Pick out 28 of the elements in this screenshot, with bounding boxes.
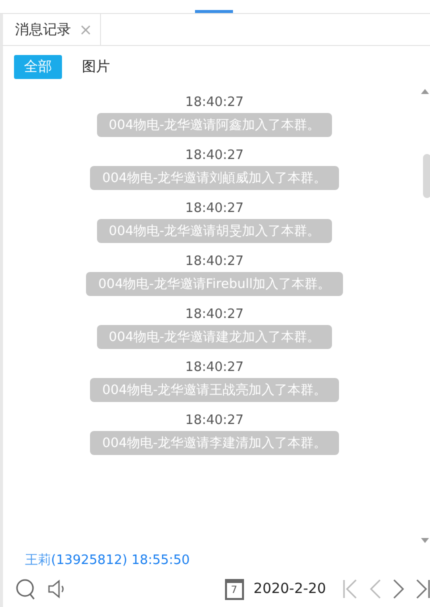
message-time: 18:40:27 [185,148,244,163]
message-time: 18:40:27 [185,254,244,269]
first-page-icon[interactable] [342,578,358,600]
system-message: 004物电-龙华邀请李建清加入了本群。 [90,431,339,455]
message-time: 18:40:27 [185,201,244,216]
history-tab[interactable]: 消息记录 × [3,14,102,45]
message-time: 18:40:27 [185,413,244,428]
previous-icon[interactable] [368,578,382,600]
scrollbar-thumb[interactable] [423,154,430,198]
next-icon[interactable] [392,578,406,600]
message-time: 18:40:27 [185,360,244,375]
message-time: 18:40:27 [185,307,244,322]
system-message: 004物电-龙华邀请刘頔威加入了本群。 [90,166,339,190]
system-message: 004物电-龙华邀请王战亮加入了本群。 [90,378,339,402]
message-time: 18:40:27 [185,95,244,110]
date-text: 2020-2-20 [254,581,326,597]
system-message: 004物电-龙华邀请建龙加入了本群。 [96,325,332,349]
system-message: 004物电-龙华邀请胡旻加入了本群。 [96,219,332,243]
calendar-icon[interactable]: 7 [224,578,244,600]
system-message: 004物电-龙华邀请阿鑫加入了本群。 [96,113,332,137]
search-icon[interactable] [15,578,37,600]
scroll-down-icon[interactable] [421,538,429,543]
sender-line: 王莉(13925812) 18:55:50 [0,547,430,573]
system-message: 004物电-龙华邀请Firebull加入了本群。 [86,272,343,296]
last-page-icon[interactable] [416,578,430,600]
filter-tab[interactable]: 图片 [72,55,120,79]
tab-indicator [195,10,233,13]
scroll-up-icon[interactable] [421,89,429,94]
